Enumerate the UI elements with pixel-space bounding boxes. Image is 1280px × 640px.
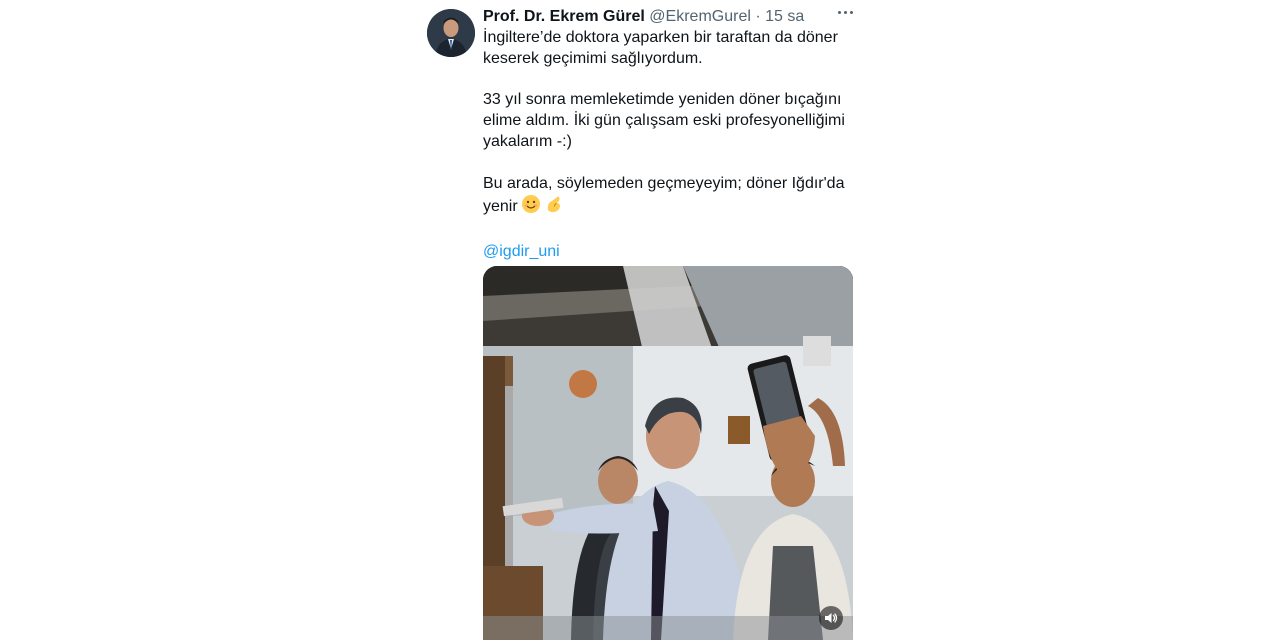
video-frame <box>483 266 853 640</box>
tweet-paragraph: İngiltere’de doktora yaparken bir taraft… <box>483 29 838 67</box>
tweet-card[interactable]: Prof. Dr. Ekrem Gürel @EkremGurel · 15 s… <box>420 0 860 640</box>
pinching-hand-emoji <box>544 194 564 221</box>
author-handle[interactable]: @EkremGurel <box>649 8 751 25</box>
video-player[interactable] <box>483 266 853 640</box>
more-options-icon[interactable] <box>835 6 855 18</box>
tweet-paragraph: Bu arada, söylemeden geçmeyeyim; döner I… <box>483 174 855 222</box>
smiling-face-emoji <box>521 194 541 221</box>
avatar[interactable] <box>427 9 475 57</box>
author-name[interactable]: Prof. Dr. Ekrem Gürel <box>483 8 645 25</box>
mention-link[interactable]: @igdir_uni <box>483 242 855 263</box>
tweet-timestamp[interactable]: 15 sa <box>765 8 804 25</box>
tweet-body: İngiltere’de doktora yaparken bir taraft… <box>483 28 855 284</box>
avatar-photo <box>427 9 475 57</box>
header-separator: · <box>755 8 761 25</box>
volume-icon[interactable] <box>819 606 843 630</box>
tweet-paragraph: 33 yıl sonra memleketimde yeniden döner … <box>483 91 845 150</box>
tweet-header: Prof. Dr. Ekrem Gürel @EkremGurel · 15 s… <box>483 7 855 29</box>
